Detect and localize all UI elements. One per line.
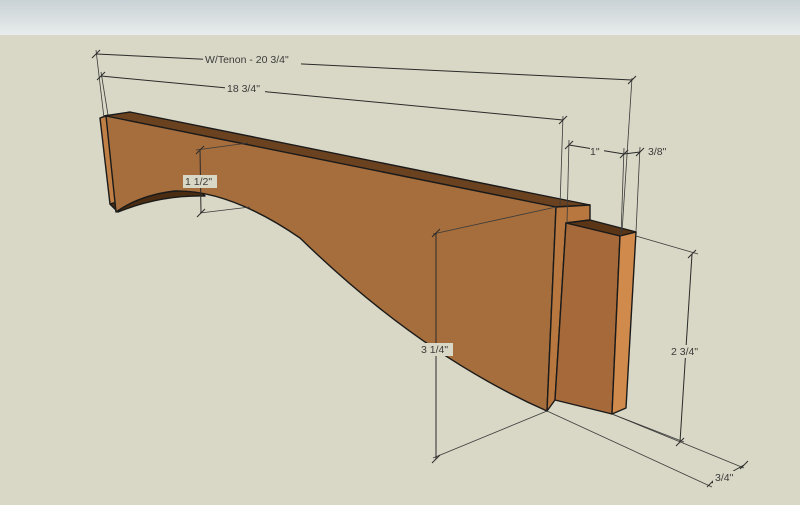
diagram-canvas: W/Tenon - 20 3/4" 18 3/4" 1 1/2" 1" 3/8"… <box>0 0 800 505</box>
body-length-label: 18 3/4" <box>227 83 260 95</box>
tenon-height-label: 2 3/4" <box>671 346 698 358</box>
end-height-label: 3 1/4" <box>421 344 448 356</box>
tenon-length-label: 1" <box>590 146 600 158</box>
sky <box>0 0 800 35</box>
stock-thickness-label: 3/4" <box>715 472 734 484</box>
tenon-thickness-label: 3/8" <box>648 146 667 158</box>
overall-label: W/Tenon - 20 3/4" <box>205 54 289 66</box>
arch-rise-label: 1 1/2" <box>185 176 212 188</box>
tenon-side <box>554 222 621 415</box>
apron-drawing: W/Tenon - 20 3/4" 18 3/4" 1 1/2" 1" 3/8"… <box>0 0 800 505</box>
